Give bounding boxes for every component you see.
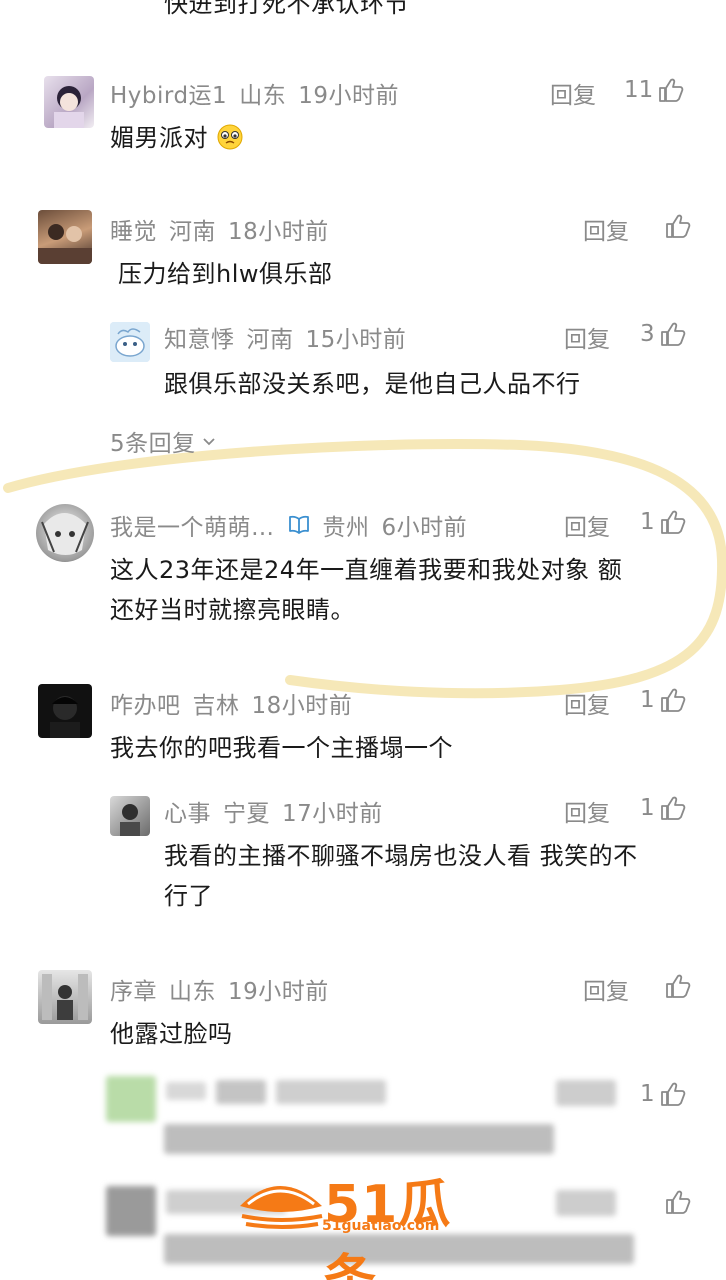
- blurred-text: [556, 1080, 616, 1106]
- like-count: 1: [640, 795, 655, 821]
- comment-text: 这人23年还是24年一直缠着我要和我处对象 额 还好当时就擦亮眼睛。: [110, 556, 623, 624]
- like-count: 1: [640, 509, 655, 535]
- thumbs-up-icon: [660, 796, 685, 820]
- like-button[interactable]: 1: [640, 1080, 687, 1108]
- user-avatar[interactable]: [36, 504, 94, 562]
- like-button[interactable]: 11: [624, 76, 685, 104]
- blurred-text: [166, 1082, 206, 1100]
- like-count: 1: [640, 687, 655, 713]
- user-avatar[interactable]: [38, 210, 92, 264]
- comment-time: 6小时前: [381, 515, 468, 541]
- reply-avatar[interactable]: [110, 322, 150, 362]
- user-avatar[interactable]: [44, 76, 94, 128]
- thumbs-up-icon: [666, 1190, 691, 1214]
- blurred-text: [216, 1080, 266, 1104]
- thumbs-up-icon: [660, 322, 685, 346]
- more-replies-button[interactable]: 5条回复: [110, 424, 218, 458]
- thumbs-up-icon: [666, 214, 691, 238]
- like-count: 11: [624, 77, 654, 103]
- like-count: 3: [640, 321, 655, 347]
- reply-button[interactable]: 回复: [564, 508, 610, 542]
- username[interactable]: 睡觉: [110, 219, 157, 245]
- username[interactable]: Hybird运1: [110, 83, 227, 109]
- username[interactable]: 我是一个萌萌…: [110, 508, 275, 542]
- username[interactable]: 心事: [164, 801, 211, 827]
- username[interactable]: 序章: [110, 979, 157, 1005]
- pleading-face-emoji: [217, 124, 243, 150]
- watermelon-logo-icon: [240, 1186, 323, 1229]
- reply-button[interactable]: 回复: [564, 794, 610, 828]
- thumbs-up-icon: [660, 688, 685, 712]
- chevron-down-icon: [203, 438, 215, 446]
- user-region: 宁夏: [223, 801, 270, 827]
- thumbs-up-icon: [660, 1082, 685, 1106]
- reply-button[interactable]: 回复: [583, 972, 629, 1006]
- comment-time: 19小时前: [228, 979, 329, 1005]
- comment-text: 压力给到hlw俱乐部: [118, 260, 333, 288]
- like-button[interactable]: 1: [640, 508, 687, 536]
- avatar-image: [54, 86, 84, 128]
- reply-button[interactable]: 回复: [583, 212, 629, 246]
- thumbs-up-icon: [666, 974, 691, 998]
- blurred-avatar: [106, 1186, 156, 1236]
- username[interactable]: 咋办吧: [110, 693, 181, 719]
- thumbs-up-icon: [659, 78, 684, 102]
- reply-text: 跟俱乐部没关系吧，是他自己人品不行: [164, 370, 581, 398]
- user-avatar[interactable]: [38, 970, 92, 1024]
- username[interactable]: 知意悸: [164, 327, 235, 353]
- like-count: 1: [640, 1081, 655, 1107]
- user-region: 河南: [246, 327, 294, 353]
- comment-time: 17小时前: [282, 801, 383, 827]
- reply-button[interactable]: 回复: [550, 76, 596, 110]
- comment-time: 18小时前: [251, 693, 353, 719]
- like-button[interactable]: [660, 1188, 692, 1216]
- user-region: 吉林: [192, 693, 240, 719]
- book-icon: [288, 515, 309, 534]
- comment-time: 19小时前: [298, 83, 399, 109]
- like-button[interactable]: [660, 212, 692, 240]
- like-button[interactable]: 3: [640, 320, 687, 348]
- blurred-avatar: [106, 1076, 156, 1122]
- thumbs-up-icon: [660, 510, 685, 534]
- blurred-text: [556, 1190, 616, 1216]
- avatar-image: [110, 322, 150, 362]
- comment-time: 18小时前: [228, 219, 329, 245]
- user-region: 山东: [239, 83, 287, 109]
- avatar-image: [120, 804, 140, 836]
- reply-text: 我看的主播不聊骚不塌房也没人看 我笑的不 行了: [164, 842, 638, 910]
- avatar-image: [41, 513, 89, 555]
- watermark-logo: 51瓜条 51guatiao.com: [236, 1162, 496, 1280]
- avatar-image: [38, 224, 92, 264]
- like-button[interactable]: 1: [640, 686, 687, 714]
- like-button[interactable]: [660, 972, 692, 1000]
- comment-text: 他露过脸吗: [110, 1020, 233, 1048]
- like-button[interactable]: 1: [640, 794, 687, 822]
- reply-button[interactable]: 回复: [564, 320, 610, 354]
- reply-avatar[interactable]: [110, 796, 150, 836]
- comment-text: 我去你的吧我看一个主播塌一个: [110, 734, 453, 762]
- partial-comment-text: 快进到打死不承认环节: [164, 0, 409, 18]
- avatar-image: [42, 974, 88, 1020]
- watermark-url: 51guatiao.com: [322, 1218, 440, 1234]
- user-region: 河南: [169, 219, 216, 245]
- blurred-text: [164, 1124, 554, 1154]
- user-region: 贵州: [322, 515, 370, 541]
- comment-text: 媚男派对: [110, 118, 244, 158]
- blurred-text: [276, 1080, 386, 1104]
- user-avatar[interactable]: [38, 684, 92, 738]
- comment-time: 15小时前: [305, 327, 407, 353]
- reply-button[interactable]: 回复: [564, 686, 610, 720]
- user-region: 山东: [169, 979, 216, 1005]
- avatar-image: [50, 696, 80, 738]
